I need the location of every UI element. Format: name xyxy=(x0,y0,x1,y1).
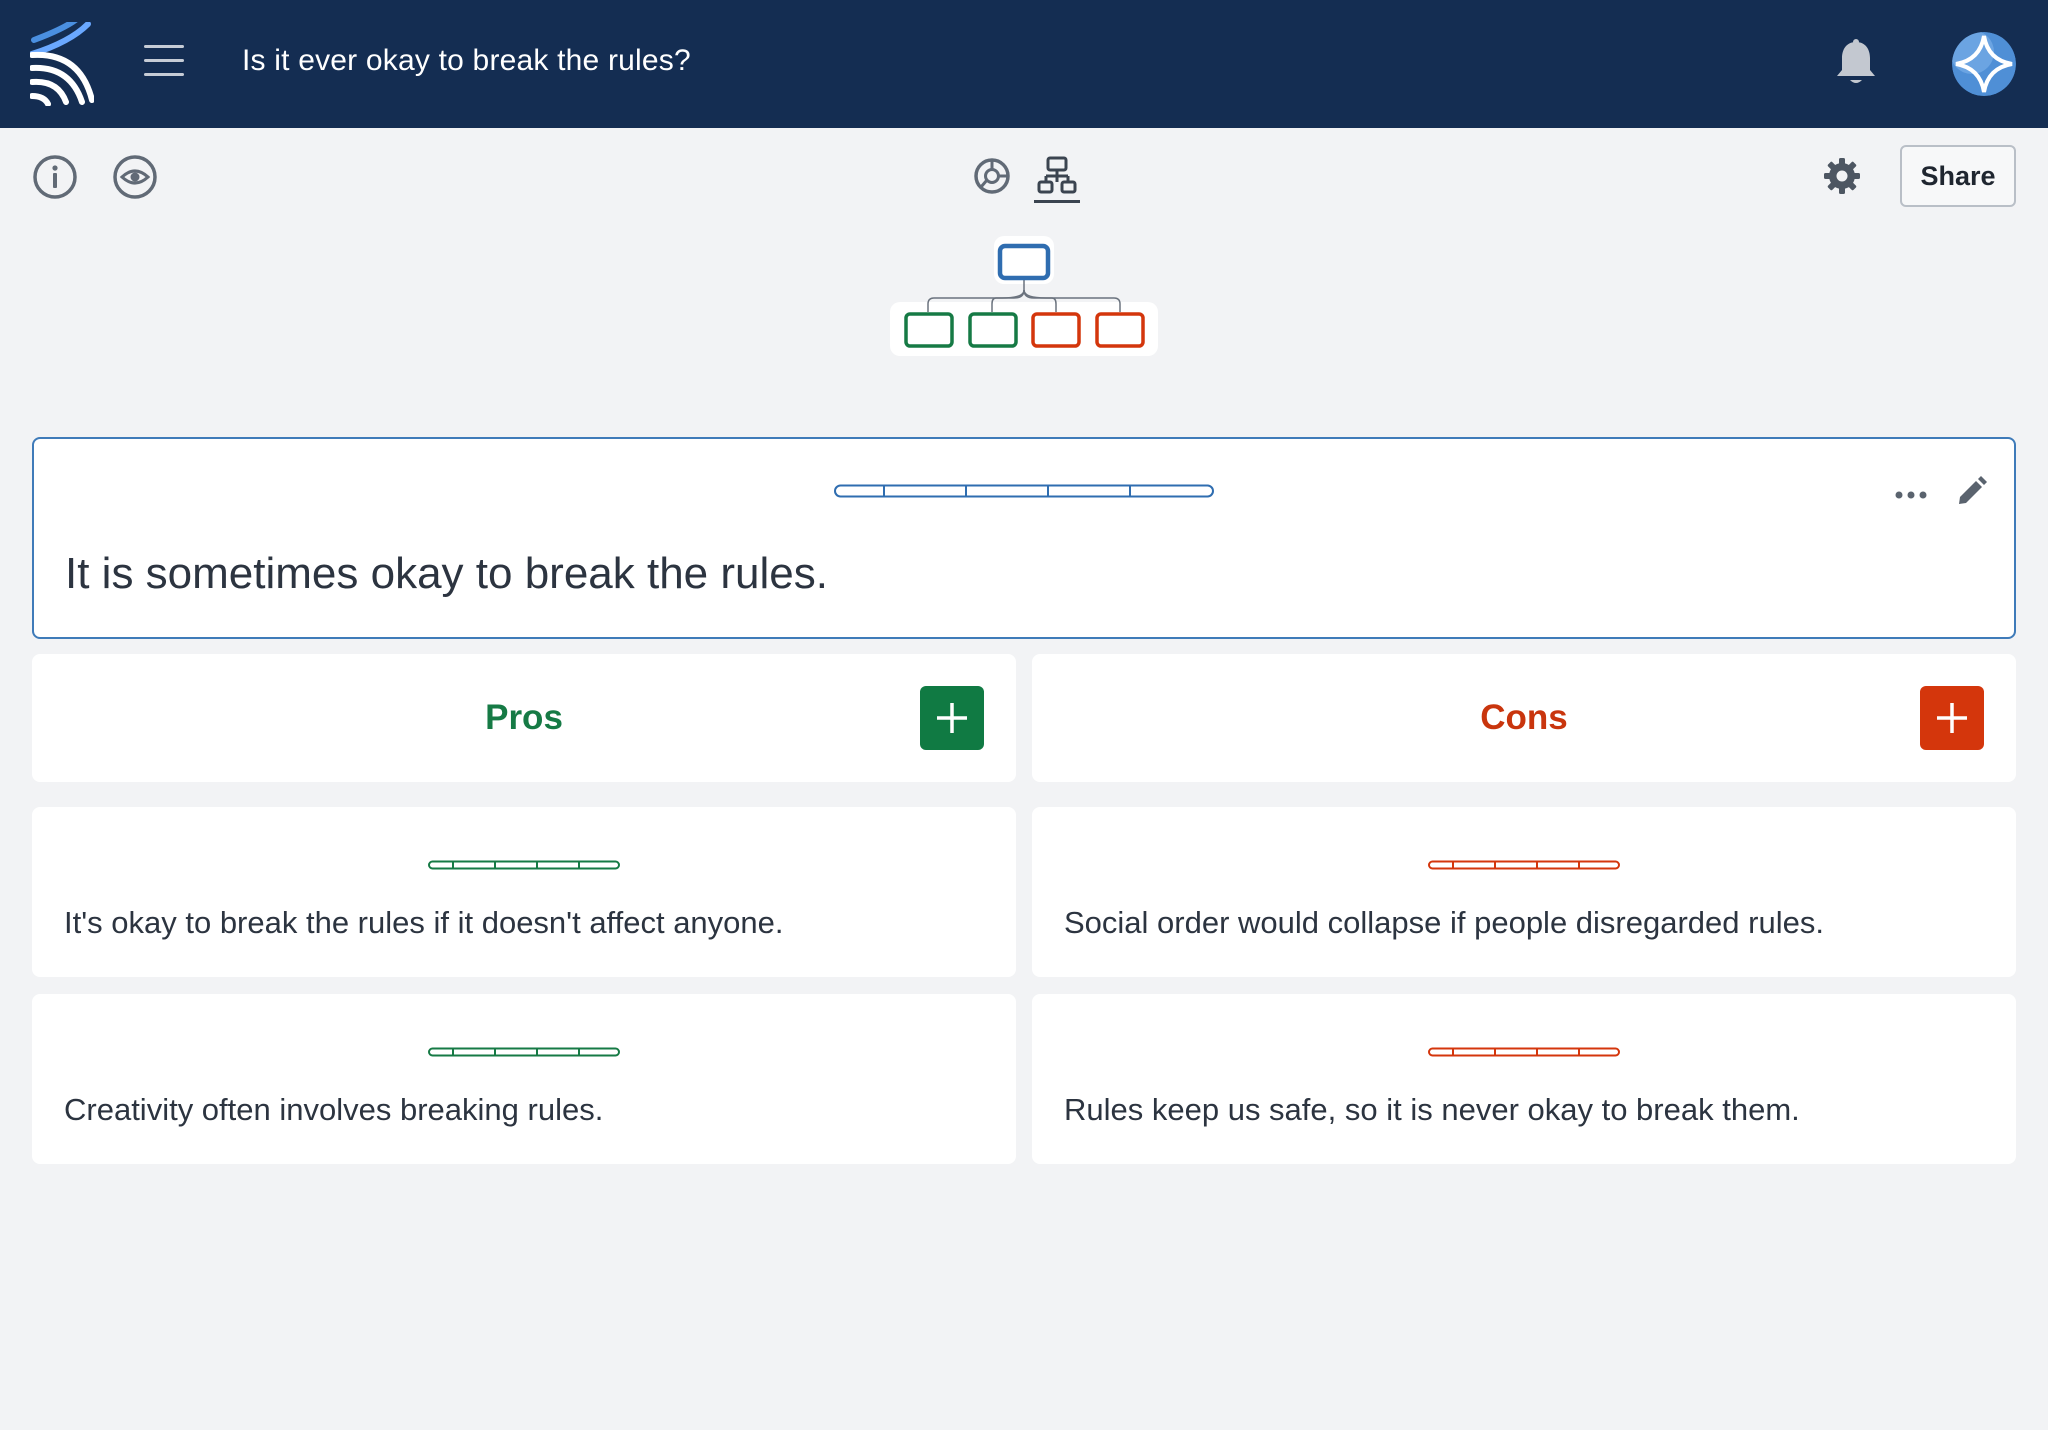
info-icon[interactable] xyxy=(32,154,78,200)
pencil-icon[interactable] xyxy=(1954,475,1988,509)
top-bar: Is it ever okay to break the rules? xyxy=(0,0,2048,128)
pro-argument-card[interactable]: It's okay to break the rules if it doesn… xyxy=(32,807,1016,977)
pros-column-header: Pros xyxy=(32,654,1016,782)
share-button[interactable]: Share xyxy=(1900,145,2016,207)
cons-title: Cons xyxy=(1480,698,1568,737)
page-title: Is it ever okay to break the rules? xyxy=(242,44,691,77)
sunburst-view-icon[interactable] xyxy=(972,156,1012,196)
pros-title: Pros xyxy=(485,698,563,737)
add-con-button[interactable] xyxy=(1920,686,1984,750)
impact-meter xyxy=(1428,857,1620,870)
gear-icon[interactable] xyxy=(1822,156,1862,196)
bell-icon[interactable] xyxy=(1834,38,1878,88)
pro-argument-card[interactable]: Creativity often involves breaking rules… xyxy=(32,994,1016,1164)
impact-meter xyxy=(428,857,620,870)
con-argument-card[interactable]: Social order would collapse if people di… xyxy=(1032,807,2016,977)
hamburger-menu-icon[interactable] xyxy=(140,42,188,86)
plus-icon xyxy=(1937,703,1967,733)
argument-text: Creativity often involves breaking rules… xyxy=(64,1092,604,1127)
main-claim-card[interactable]: It is sometimes okay to break the rules. xyxy=(32,437,2016,639)
add-pro-button[interactable] xyxy=(920,686,984,750)
argument-text: Social order would collapse if people di… xyxy=(1064,905,1824,940)
con-argument-card[interactable]: Rules keep us safe, so it is never okay … xyxy=(1032,994,2016,1164)
eye-icon[interactable] xyxy=(112,154,158,200)
plus-icon xyxy=(937,703,967,733)
tree-minimap xyxy=(890,236,1158,356)
user-avatar[interactable] xyxy=(1952,32,2016,96)
argument-text: It's okay to break the rules if it doesn… xyxy=(64,905,784,940)
tree-view-icon[interactable] xyxy=(1034,156,1080,196)
main-claim-text: It is sometimes okay to break the rules. xyxy=(65,549,828,598)
cons-column-header: Cons xyxy=(1032,654,2016,782)
impact-meter xyxy=(428,1044,620,1057)
impact-meter xyxy=(1428,1044,1620,1057)
argument-text: Rules keep us safe, so it is never okay … xyxy=(1064,1092,1800,1127)
more-horizontal-icon[interactable] xyxy=(1892,485,1932,505)
active-view-indicator xyxy=(1034,200,1080,203)
impact-meter xyxy=(834,484,1214,498)
kialo-logo-icon[interactable] xyxy=(29,15,95,107)
